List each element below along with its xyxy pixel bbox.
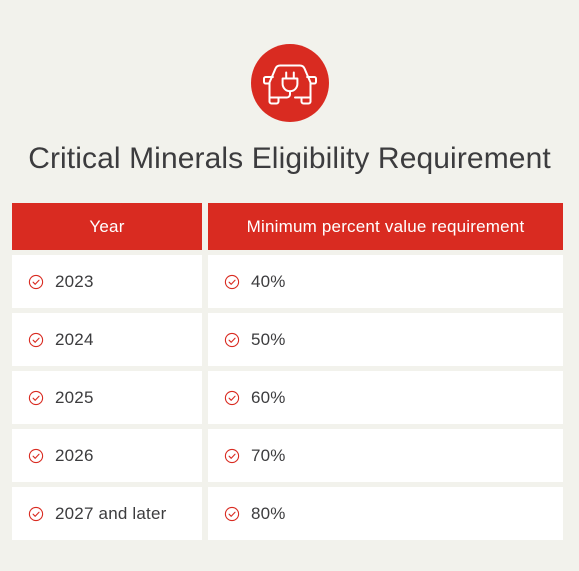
cell-value-year: 2024 bbox=[55, 330, 94, 349]
table-row: 2025 60% bbox=[12, 371, 563, 424]
requirements-table: Year Minimum percent value requirement 2… bbox=[12, 203, 563, 540]
infographic-page: Critical Minerals Eligibility Requiremen… bbox=[0, 0, 579, 571]
cell-value-year: 2025 bbox=[55, 388, 94, 407]
table-header-cell-value: Minimum percent value requirement bbox=[208, 203, 563, 250]
table-cell-percent: 60% bbox=[208, 371, 563, 424]
cell-value-percent: 40% bbox=[251, 272, 286, 291]
electric-vehicle-badge bbox=[250, 44, 329, 122]
table-cell-year: 2027 and later bbox=[12, 487, 202, 540]
check-circle-icon bbox=[224, 332, 240, 347]
table-cell-percent: 50% bbox=[208, 313, 563, 366]
column-header-year-label: Year bbox=[89, 217, 125, 236]
table-cell-percent: 40% bbox=[208, 255, 563, 308]
table-cell-percent: 70% bbox=[208, 429, 563, 482]
table-row: 2024 50% bbox=[12, 313, 563, 366]
check-circle-icon bbox=[224, 448, 240, 463]
check-circle-icon bbox=[224, 274, 240, 289]
table-cell-percent: 80% bbox=[208, 487, 563, 540]
cell-value-percent: 70% bbox=[251, 446, 286, 465]
cell-value-percent: 60% bbox=[251, 388, 286, 407]
check-circle-icon bbox=[224, 390, 240, 405]
page-title: Critical Minerals Eligibility Requiremen… bbox=[28, 142, 551, 175]
table-row: 2026 70% bbox=[12, 429, 563, 482]
check-circle-icon bbox=[28, 332, 44, 347]
check-circle-icon bbox=[28, 448, 44, 463]
electric-vehicle-icon bbox=[262, 61, 317, 105]
cell-value-percent: 80% bbox=[251, 504, 286, 523]
check-circle-icon bbox=[28, 390, 44, 405]
table-header-row: Year Minimum percent value requirement bbox=[12, 203, 563, 250]
check-circle-icon bbox=[28, 506, 44, 521]
cell-value-year: 2027 and later bbox=[55, 504, 167, 523]
table-cell-year: 2024 bbox=[12, 313, 202, 366]
cell-value-year: 2023 bbox=[55, 272, 94, 291]
table-cell-year: 2025 bbox=[12, 371, 202, 424]
cell-value-year: 2026 bbox=[55, 446, 94, 465]
table-cell-year: 2026 bbox=[12, 429, 202, 482]
check-circle-icon bbox=[224, 506, 240, 521]
cell-value-percent: 50% bbox=[251, 330, 286, 349]
check-circle-icon bbox=[28, 274, 44, 289]
table-row: 2027 and later 80% bbox=[12, 487, 563, 540]
table-row: 2023 40% bbox=[12, 255, 563, 308]
badge-container bbox=[0, 0, 579, 122]
table-header-cell-year: Year bbox=[12, 203, 202, 250]
table-cell-year: 2023 bbox=[12, 255, 202, 308]
column-header-value-label: Minimum percent value requirement bbox=[246, 217, 525, 236]
